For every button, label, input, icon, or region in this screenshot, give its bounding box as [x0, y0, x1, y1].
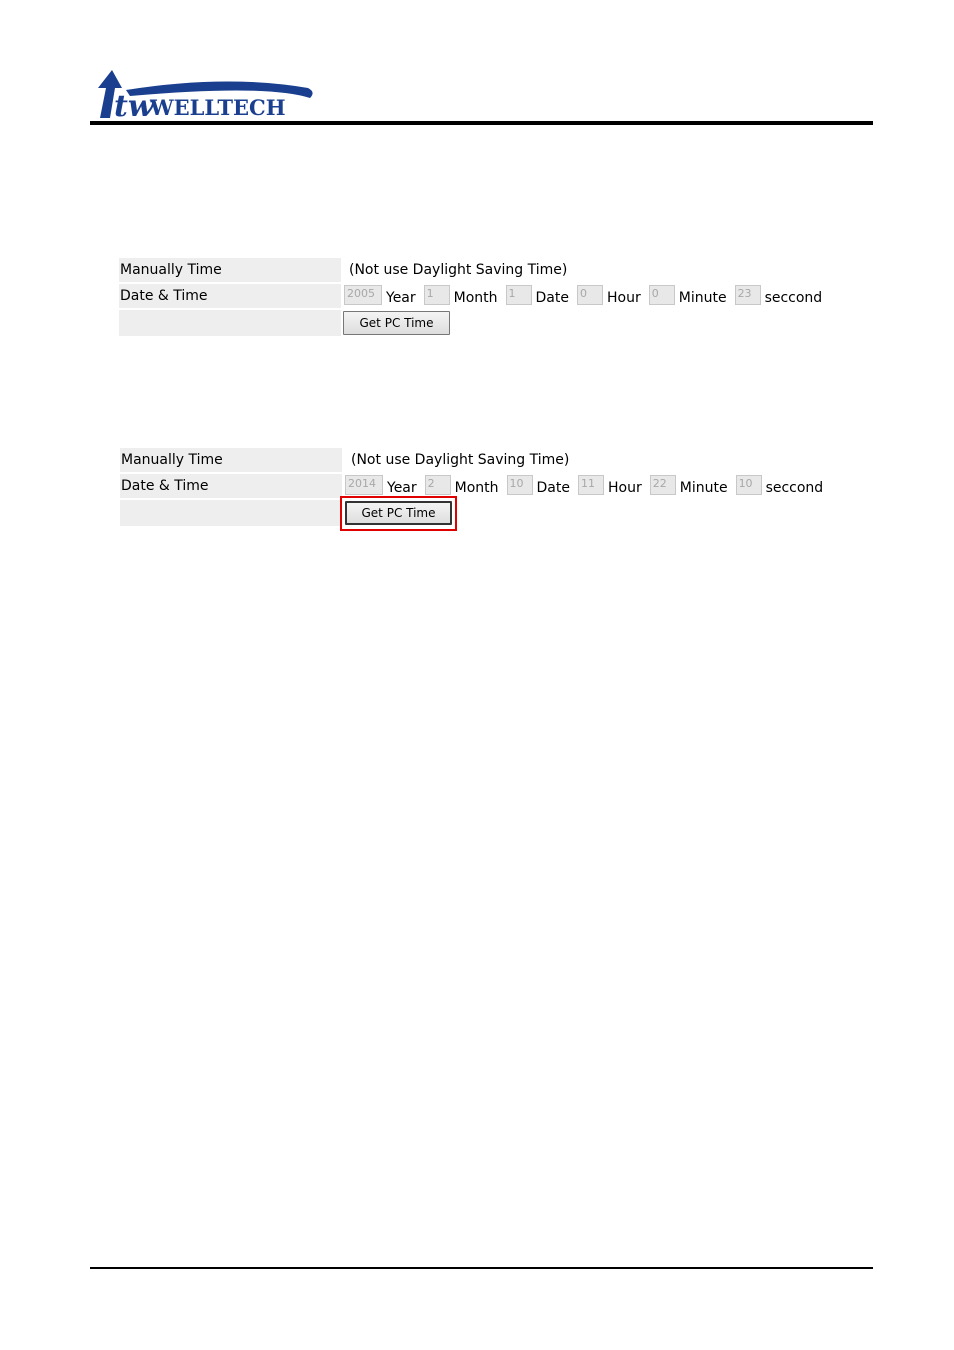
year-unit: Year	[386, 290, 416, 306]
month-unit: Month	[454, 480, 499, 496]
date-time-label: Date & Time	[119, 284, 341, 308]
header-rule	[90, 121, 873, 125]
date-unit: Date	[536, 480, 570, 496]
empty-label	[119, 310, 341, 336]
svg-text:tw: tw	[114, 89, 155, 120]
hour-input[interactable]: 11	[578, 475, 604, 495]
second-input[interactable]: 10	[735, 475, 762, 495]
manual-time-label: Manually Time	[120, 448, 342, 472]
date-input[interactable]: 10	[506, 475, 533, 495]
minute-input[interactable]: 0	[648, 285, 675, 305]
get-pc-time-button[interactable]: Get PC Time	[343, 311, 450, 335]
minute-unit: Minute	[679, 480, 728, 496]
dst-note: (Not use Daylight Saving Time)	[349, 262, 568, 278]
date-time-fields: 2014 Year 2 Month 10 Date 11 Hour 22 Minute 10 secc…	[345, 474, 831, 498]
welltech-logo: tw WELLTECH	[96, 68, 320, 124]
highlight-box	[340, 496, 457, 531]
empty-label	[120, 500, 342, 526]
second-unit: seccond	[764, 290, 823, 306]
month-unit: Month	[453, 290, 498, 306]
second-unit: seccond	[765, 480, 824, 496]
dst-note: (Not use Daylight Saving Time)	[351, 452, 570, 468]
month-input[interactable]: 1	[423, 285, 450, 305]
hour-input[interactable]: 0	[577, 285, 603, 305]
minute-input[interactable]: 22	[649, 475, 676, 495]
minute-unit: Minute	[678, 290, 727, 306]
hour-unit: Hour	[607, 290, 641, 306]
footer-rule	[90, 1267, 873, 1269]
month-input[interactable]: 2	[424, 475, 451, 495]
date-time-label: Date & Time	[120, 474, 342, 498]
year-input[interactable]: 2014	[345, 475, 383, 495]
date-unit: Date	[535, 290, 569, 306]
second-input[interactable]: 23	[734, 285, 761, 305]
year-input[interactable]: 2005	[344, 285, 382, 305]
date-input[interactable]: 1	[505, 285, 532, 305]
date-time-fields: 2005 Year 1 Month 1 Date 0 Hour 0 Minute 23 seccond	[344, 284, 830, 308]
svg-text:WELLTECH: WELLTECH	[149, 95, 286, 120]
hour-unit: Hour	[608, 480, 642, 496]
manual-time-label: Manually Time	[119, 258, 341, 282]
welltech-logo-icon: tw WELLTECH	[98, 70, 313, 124]
